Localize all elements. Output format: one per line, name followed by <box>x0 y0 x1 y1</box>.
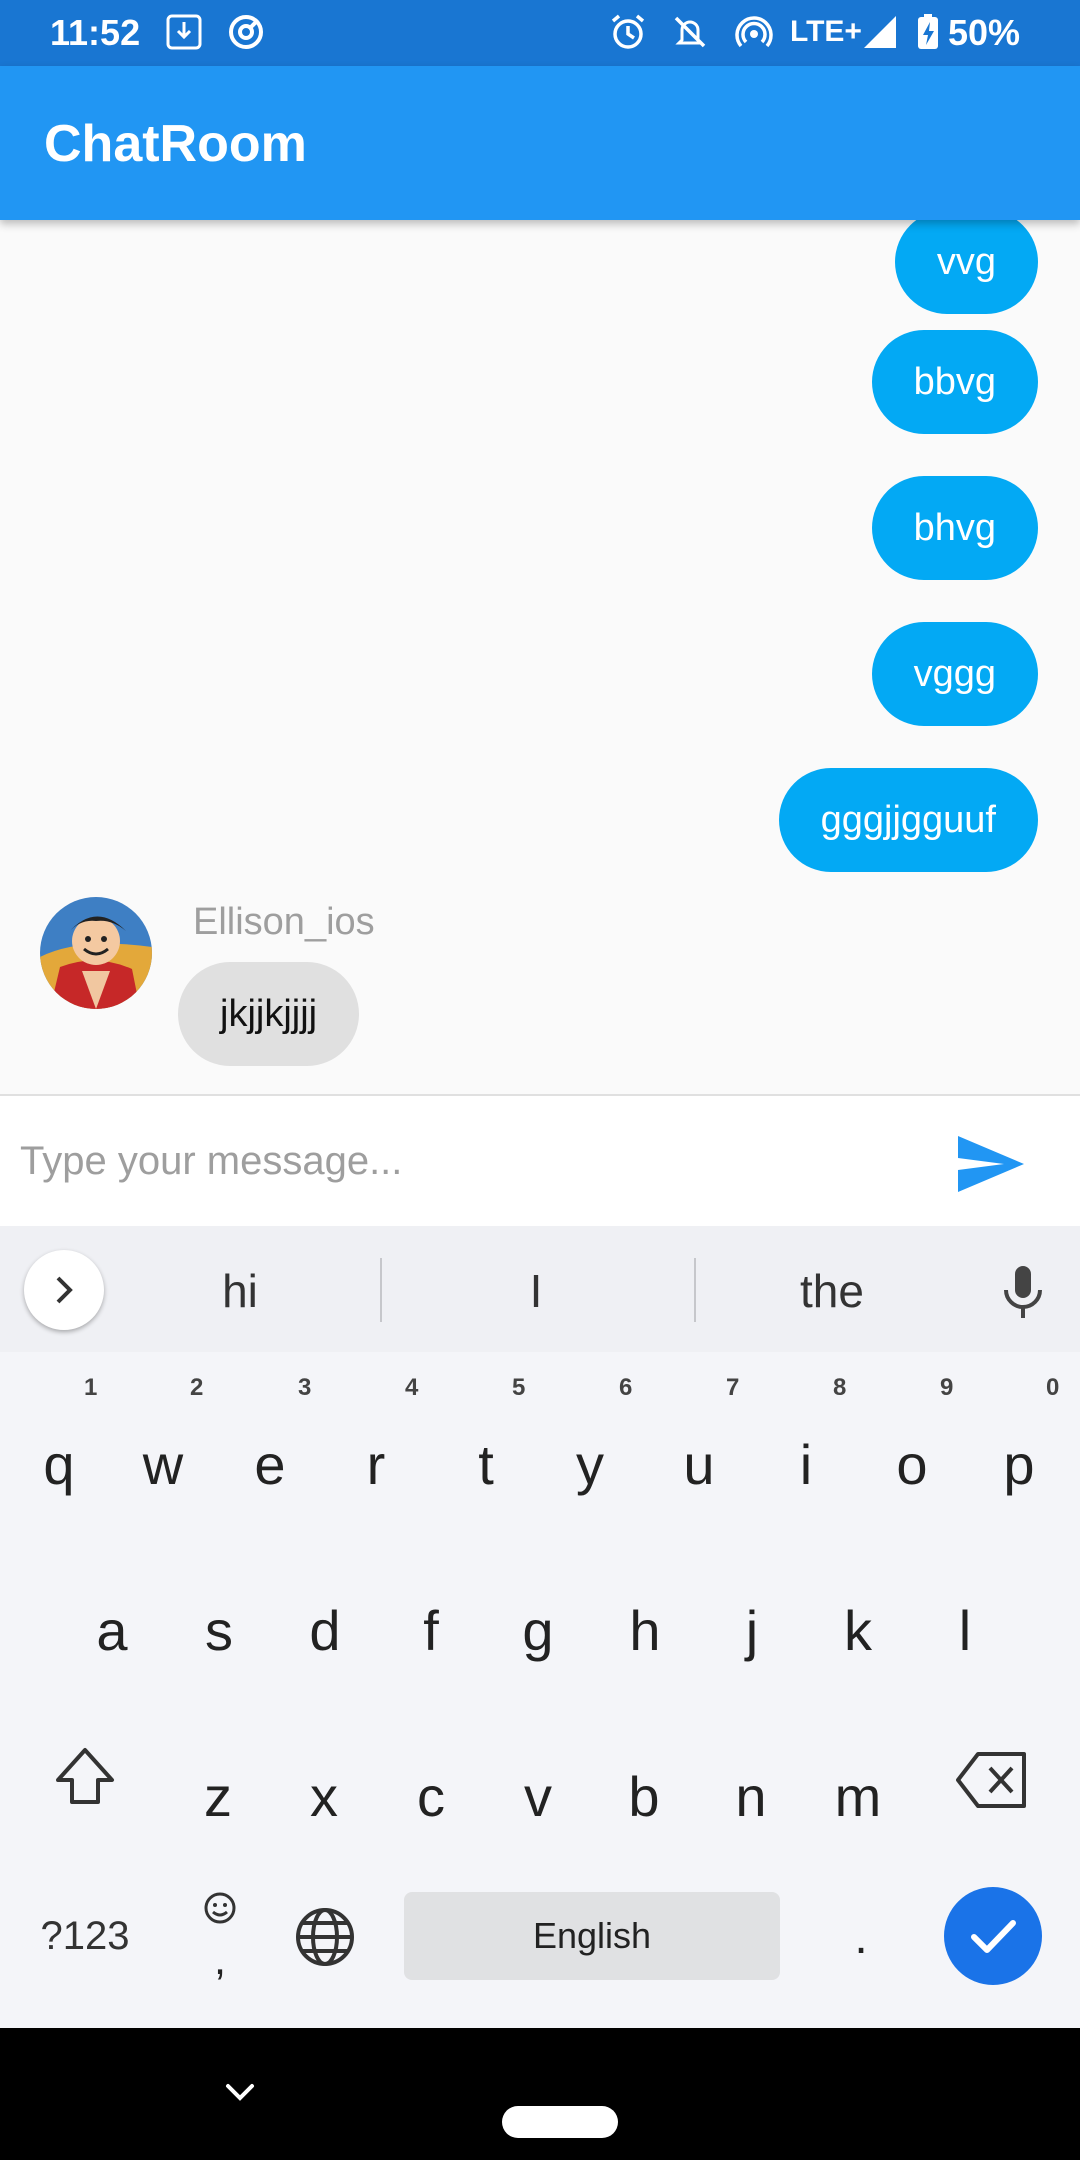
home-button[interactable] <box>502 2106 618 2138</box>
key-hint-4: 4 <box>405 1374 419 1401</box>
key-x[interactable]: x <box>284 1762 364 1832</box>
chevron-down-icon[interactable] <box>222 2074 258 2110</box>
emoji-icon <box>204 1892 236 1924</box>
status-bar: 11:52 LTE+ 50% <box>0 0 1080 66</box>
key-hint-3: 3 <box>298 1374 312 1401</box>
suggestion-3[interactable]: the <box>732 1256 932 1326</box>
send-icon[interactable] <box>956 1134 1026 1194</box>
key-h[interactable]: h <box>605 1596 685 1666</box>
hotspot-icon <box>735 16 773 48</box>
outgoing-message[interactable]: vggg <box>871 622 1038 726</box>
suggestion-divider <box>380 1258 382 1322</box>
symbols-key[interactable]: ?123 <box>30 1904 140 1968</box>
key-e[interactable]: e <box>230 1430 310 1500</box>
outgoing-message[interactable]: bhvg <box>871 476 1038 580</box>
key-f[interactable]: f <box>391 1596 471 1666</box>
key-y[interactable]: y <box>550 1430 630 1500</box>
key-hint-8: 8 <box>833 1374 847 1401</box>
outgoing-message[interactable]: vvg <box>894 220 1038 314</box>
key-o[interactable]: o <box>872 1430 952 1500</box>
battery-percent: 50% <box>948 12 1021 53</box>
check-icon <box>971 1920 1016 1953</box>
sender-avatar[interactable] <box>40 897 152 1009</box>
outgoing-message[interactable]: gggjjgguuf <box>778 768 1038 872</box>
key-c[interactable]: c <box>391 1762 471 1832</box>
key-b[interactable]: b <box>604 1762 684 1832</box>
key-hint-6: 6 <box>619 1374 633 1401</box>
suggestion-2[interactable]: I <box>436 1256 636 1326</box>
message-composer <box>0 1094 1080 1226</box>
space-bar[interactable]: English <box>404 1892 780 1980</box>
key-r[interactable]: r <box>336 1430 416 1500</box>
suggestion-1[interactable]: hi <box>140 1256 340 1326</box>
key-t[interactable]: t <box>446 1430 526 1500</box>
key-hint-7: 7 <box>726 1374 740 1401</box>
message-input[interactable] <box>20 1118 920 1204</box>
alarm-icon <box>611 14 645 49</box>
chat-messages[interactable]: vvg bbvg bhvg vggg gggjjgguuf Ellison_io… <box>0 220 1080 1095</box>
signal-icon <box>864 16 896 48</box>
avatar-icon <box>40 897 152 1009</box>
microphone-icon[interactable] <box>998 1264 1048 1320</box>
sender-name: Ellison_ios <box>193 901 375 943</box>
key-g[interactable]: g <box>498 1596 578 1666</box>
key-n[interactable]: n <box>711 1762 791 1832</box>
suggestion-bar: hi I the <box>0 1226 1080 1352</box>
navigation-bar <box>0 2028 1080 2160</box>
status-time: 11:52 <box>50 12 141 53</box>
key-u[interactable]: u <box>659 1430 739 1500</box>
shift-icon[interactable] <box>50 1742 120 1812</box>
period-key[interactable]: . <box>836 1898 886 1978</box>
keyboard: hi I the 1 2 3 4 5 6 7 8 9 0 q w e r t y… <box>0 1226 1080 2028</box>
key-j[interactable]: j <box>712 1596 792 1666</box>
vpn-icon <box>229 15 263 49</box>
backspace-icon[interactable] <box>954 1748 1030 1812</box>
comma-label: , <box>213 1935 227 1984</box>
key-k[interactable]: k <box>818 1596 898 1666</box>
key-hint-9: 9 <box>940 1374 954 1401</box>
key-z[interactable]: z <box>178 1762 258 1832</box>
outgoing-message[interactable]: bbvg <box>871 330 1038 434</box>
key-hint-0: 0 <box>1046 1374 1060 1401</box>
suggestion-divider <box>694 1258 696 1322</box>
network-type: LTE+ <box>790 15 862 48</box>
battery-icon <box>918 14 938 49</box>
enter-key[interactable] <box>944 1887 1042 1985</box>
key-hint-2: 2 <box>190 1374 204 1401</box>
key-hint-1: 1 <box>84 1374 98 1401</box>
download-icon <box>166 14 202 50</box>
app-title: ChatRoom <box>44 115 307 173</box>
key-q[interactable]: q <box>19 1430 99 1500</box>
key-p[interactable]: p <box>979 1430 1059 1500</box>
app-bar: ChatRoom <box>0 66 1080 220</box>
globe-icon[interactable] <box>292 1904 358 1970</box>
mute-icon <box>674 16 706 48</box>
key-hint-5: 5 <box>512 1374 526 1401</box>
key-v[interactable]: v <box>498 1762 578 1832</box>
key-i[interactable]: i <box>766 1430 846 1500</box>
incoming-message[interactable]: jkjjkjjjj <box>178 962 360 1066</box>
key-a[interactable]: a <box>72 1596 152 1666</box>
emoji-comma-key[interactable]: , <box>190 1886 250 1986</box>
key-d[interactable]: d <box>285 1596 365 1666</box>
key-m[interactable]: m <box>818 1762 898 1832</box>
chevron-right-icon <box>56 1276 73 1304</box>
key-w[interactable]: w <box>123 1430 203 1500</box>
suggestion-toggle-button[interactable] <box>24 1250 104 1330</box>
key-s[interactable]: s <box>179 1596 259 1666</box>
key-l[interactable]: l <box>925 1596 1005 1666</box>
